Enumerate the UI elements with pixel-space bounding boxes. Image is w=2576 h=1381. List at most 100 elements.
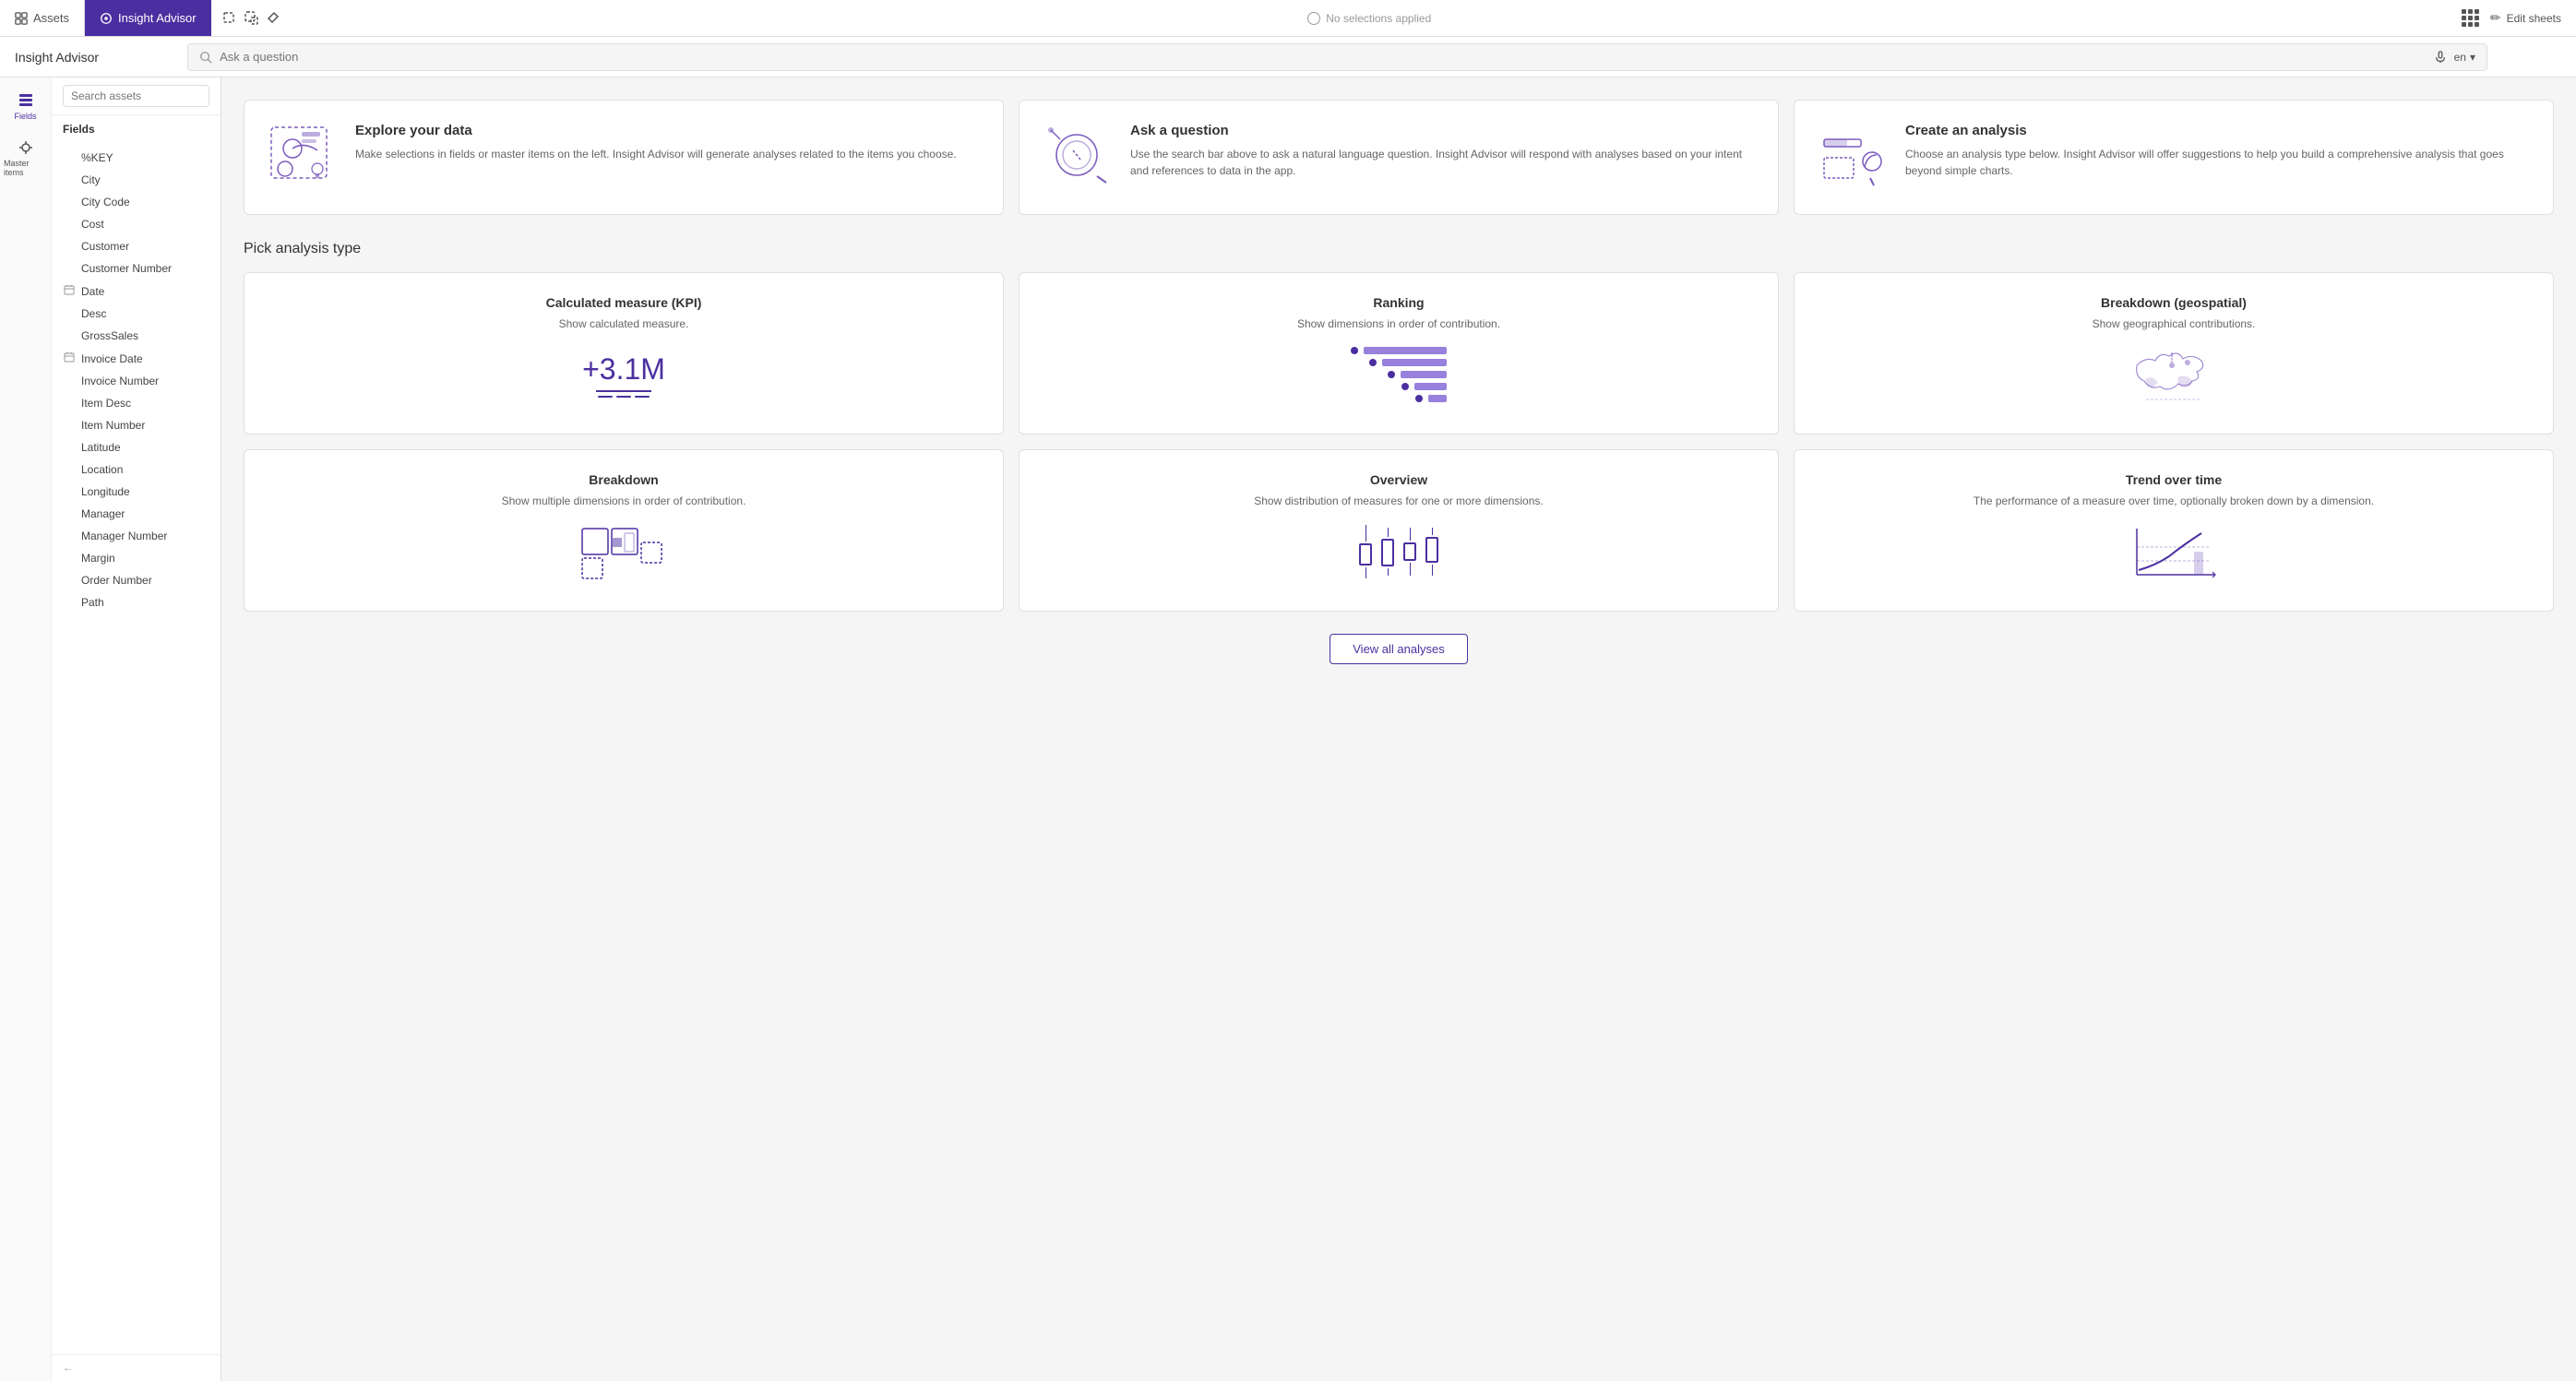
boxplot-2	[1381, 528, 1394, 576]
analysis-geo-description: Show geographical contributions.	[2093, 317, 2256, 330]
analysis-card-breakdown[interactable]: Breakdown Show multiple dimensions in or…	[244, 449, 1004, 612]
lasso-tool-button[interactable]	[244, 11, 259, 26]
field-item[interactable]: Invoice Date	[52, 347, 221, 370]
assets-tab[interactable]: Assets	[0, 0, 85, 36]
field-name: City Code	[81, 196, 130, 208]
rank-row	[1415, 395, 1447, 402]
insight-advisor-icon	[100, 12, 113, 25]
explore-data-description: Make selections in fields or master item…	[355, 146, 957, 162]
collapse-icon: ←	[63, 1363, 73, 1374]
ask-question-icon	[1042, 123, 1115, 192]
analysis-trend-description: The performance of a measure over time, …	[1974, 494, 2374, 507]
field-item[interactable]: Date	[52, 280, 221, 303]
rank-row	[1369, 359, 1447, 366]
geo-visual	[1817, 338, 2531, 411]
field-item[interactable]: Item Desc	[52, 392, 221, 414]
field-name: Margin	[81, 552, 115, 565]
field-item[interactable]: Customer Number	[52, 257, 221, 280]
sidebar-panel: Fields %KEY City City Code Cost Customer Cust…	[52, 77, 221, 1381]
create-analysis-card[interactable]: Create an analysis Choose an analysis ty…	[1794, 100, 2554, 215]
kpi-bar	[596, 390, 651, 392]
analysis-card-overview[interactable]: Overview Show distribution of measures f…	[1019, 449, 1779, 612]
paint-tool-button[interactable]	[267, 11, 281, 26]
field-name: Date	[81, 285, 104, 298]
grid-view-button[interactable]	[2462, 9, 2479, 27]
view-all-section: View all analyses	[244, 634, 2554, 664]
rank-dot	[1415, 395, 1423, 402]
analysis-card-trend[interactable]: Trend over time The performance of a mea…	[1794, 449, 2554, 612]
analysis-card-geospatial[interactable]: Breakdown (geospatial) Show geographical…	[1794, 272, 2554, 435]
field-name: Customer	[81, 240, 129, 253]
microphone-icon[interactable]	[2434, 51, 2447, 64]
trend-icon	[2128, 519, 2220, 584]
explore-data-card[interactable]: Explore your data Make selections in fie…	[244, 100, 1004, 215]
boxplot-1	[1359, 525, 1372, 578]
field-item[interactable]: Latitude	[52, 436, 221, 458]
assets-icon	[15, 12, 28, 25]
search-assets-input[interactable]	[63, 85, 209, 107]
field-item[interactable]: Manager Number	[52, 525, 221, 547]
create-analysis-icon	[1817, 123, 1890, 192]
main-layout: Fields Master items Fields %KEY	[0, 77, 2576, 1381]
search-assets-container	[52, 77, 221, 115]
sidebar-collapse-button[interactable]: ←	[52, 1354, 221, 1381]
breakdown-visual	[267, 515, 981, 589]
breakdown-icon	[578, 519, 670, 584]
analysis-ranking-title: Ranking	[1373, 295, 1424, 310]
explore-data-text: Explore your data Make selections in fie…	[355, 123, 957, 162]
field-item[interactable]: Order Number	[52, 569, 221, 591]
grid-icon	[2462, 9, 2479, 27]
analysis-grid: Calculated measure (KPI) Show calculated…	[244, 272, 2554, 612]
analysis-breakdown-description: Show multiple dimensions in order of con…	[502, 494, 746, 507]
field-item[interactable]: %KEY	[52, 147, 221, 169]
top-navigation: Assets Insight Advisor No select	[0, 0, 2576, 37]
rank-dot	[1369, 359, 1377, 366]
edit-sheets-button[interactable]: ✏ Edit sheets	[2490, 10, 2561, 26]
analysis-section: Pick analysis type Calculated measure (K…	[244, 241, 2554, 664]
analysis-trend-title: Trend over time	[2126, 472, 2222, 487]
ask-question-card[interactable]: Ask a question Use the search bar above …	[1019, 100, 1779, 215]
analysis-card-ranking[interactable]: Ranking Show dimensions in order of cont…	[1019, 272, 1779, 435]
analysis-card-kpi[interactable]: Calculated measure (KPI) Show calculated…	[244, 272, 1004, 435]
section-title: Pick analysis type	[244, 241, 2554, 257]
kpi-value: +3.1M	[582, 352, 665, 387]
geo-map-icon	[2128, 342, 2220, 407]
field-item[interactable]: Manager	[52, 503, 221, 525]
view-all-button[interactable]: View all analyses	[1330, 634, 1467, 664]
sidebar-item-fields[interactable]: Fields	[0, 85, 51, 128]
field-item[interactable]: Desc	[52, 303, 221, 325]
search-icon	[199, 51, 212, 64]
analysis-kpi-description: Show calculated measure.	[559, 317, 689, 330]
field-item[interactable]: City Code	[52, 191, 221, 213]
boxplot-4	[1425, 528, 1438, 576]
rank-row	[1401, 383, 1447, 390]
language-selector[interactable]: en ▾	[2454, 51, 2475, 64]
no-selections-icon	[1307, 12, 1320, 25]
select-tool-button[interactable]	[222, 11, 237, 26]
field-name: Cost	[81, 218, 104, 231]
calendar-icon	[63, 284, 76, 298]
field-item[interactable]: Item Number	[52, 414, 221, 436]
nav-right-actions: ✏ Edit sheets	[2447, 9, 2576, 27]
field-item[interactable]: Longitude	[52, 481, 221, 503]
sidebar-icon-column: Fields Master items	[0, 77, 52, 1381]
field-name: City	[81, 173, 101, 186]
field-name: Location	[81, 463, 123, 476]
field-item[interactable]: Cost	[52, 213, 221, 235]
question-search-bar[interactable]: en ▾	[187, 43, 2487, 71]
field-item[interactable]: City	[52, 169, 221, 191]
field-item[interactable]: Location	[52, 458, 221, 481]
field-item[interactable]: GrossSales	[52, 325, 221, 347]
field-item[interactable]: Invoice Number	[52, 370, 221, 392]
field-name: Longitude	[81, 485, 130, 498]
sidebar-item-master-items[interactable]: Master items	[0, 132, 51, 185]
field-item[interactable]: Customer	[52, 235, 221, 257]
ask-question-input[interactable]	[220, 50, 2427, 64]
field-item[interactable]: Path	[52, 591, 221, 613]
ask-question-text: Ask a question Use the search bar above …	[1130, 123, 1756, 179]
field-item[interactable]: Margin	[52, 547, 221, 569]
fields-section-header: Fields	[52, 115, 221, 147]
create-analysis-title: Create an analysis	[1905, 123, 2531, 138]
rank-row	[1388, 371, 1447, 378]
insight-advisor-tab[interactable]: Insight Advisor	[85, 0, 211, 36]
